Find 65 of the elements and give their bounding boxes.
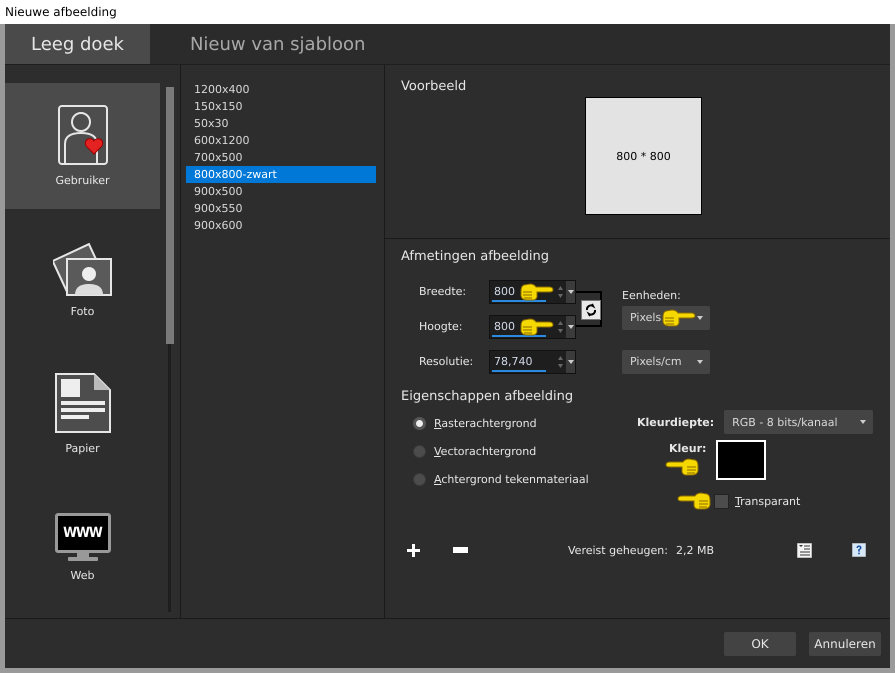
preview-size: 800 * 800	[616, 150, 671, 162]
field-label: Hoogte:	[419, 320, 464, 333]
memory-label: Vereist geheugen:	[568, 544, 668, 556]
caret-icon[interactable]	[697, 360, 703, 364]
category-item[interactable]: Foto	[5, 216, 160, 342]
preset-item[interactable]: 50x30	[186, 115, 376, 132]
field-label: Kleurdiepte:	[637, 416, 714, 428]
cancel-button[interactable]: Annuleren	[809, 632, 881, 656]
spin-arrows-icon[interactable]	[556, 318, 564, 334]
list-icon[interactable]	[797, 542, 812, 558]
radio-option[interactable]: Vectorachtergrond	[413, 442, 637, 460]
help-icon[interactable]	[852, 543, 866, 557]
category-label: Gebruiker	[55, 174, 110, 188]
preset-item[interactable]: 1200x400	[186, 81, 376, 98]
caret-icon[interactable]	[568, 360, 574, 364]
color-swatch[interactable]	[716, 440, 766, 480]
spin-box[interactable]: 800	[489, 280, 576, 304]
preset-item[interactable]: 800x800-zwart	[186, 166, 376, 183]
photos-icon	[52, 241, 112, 298]
caret-icon[interactable]	[697, 316, 703, 320]
www-label: WWW	[54, 512, 110, 553]
section-heading: Eigenschappen afbeelding	[401, 389, 574, 404]
number-field[interactable]: 800	[494, 320, 516, 333]
tab[interactable]: Nieuw van sjabloon	[164, 24, 392, 64]
preset-item[interactable]: 700x500	[186, 149, 376, 166]
preset-item[interactable]: 600x1200	[186, 132, 376, 149]
add-icon[interactable]	[407, 544, 420, 556]
preset-item[interactable]: 900x550	[186, 200, 376, 217]
color-depth-dropdown[interactable]: RGB - 8 bits/kanaal	[724, 410, 874, 434]
ok-button[interactable]: OK	[724, 632, 796, 656]
link-toggle-icon[interactable]	[581, 300, 601, 320]
section-heading: Afmetingen afbeelding	[401, 249, 550, 264]
caret-icon[interactable]	[860, 420, 866, 424]
category-item[interactable]: WWW Web	[5, 484, 160, 610]
field-label: Eenheden:	[622, 288, 682, 302]
document-icon	[54, 372, 112, 434]
field-label: Breedte:	[419, 285, 468, 298]
units-dropdown[interactable]: Pixels	[622, 306, 710, 330]
radio-option[interactable]: Rasterachtergrond	[413, 414, 637, 432]
caret-icon[interactable]	[568, 324, 574, 328]
category-item[interactable]: Gebruiker	[5, 83, 160, 209]
field-label: Kleur:	[669, 442, 706, 455]
spin-box[interactable]: 78,740	[489, 350, 576, 374]
category-item[interactable]: Papier	[5, 350, 160, 476]
window-title: Nieuwe afbeelding	[0, 0, 895, 24]
category-label: Papier	[65, 442, 100, 455]
number-field[interactable]: 78,740	[494, 355, 538, 368]
spin-arrows-icon[interactable]	[556, 354, 564, 370]
preset-item[interactable]: 900x600	[186, 217, 376, 234]
checkbox[interactable]	[714, 494, 729, 509]
checkbox-label: Transparant	[735, 495, 800, 508]
section-heading: Voorbeeld	[401, 79, 468, 94]
memory-value: 2,2 MB	[676, 544, 714, 556]
preset-item[interactable]: 900x500	[186, 183, 376, 200]
spin-box[interactable]: 800	[489, 314, 576, 338]
number-field[interactable]: 800	[494, 285, 516, 298]
field-label: Resolutie:	[419, 355, 474, 368]
spin-arrows-icon[interactable]	[556, 284, 564, 300]
category-label: Foto	[70, 305, 94, 318]
category-label: Web	[70, 568, 94, 582]
caret-icon[interactable]	[568, 290, 574, 294]
resolution-units-dropdown[interactable]: Pixels/cm	[622, 350, 710, 374]
preset-item[interactable]: 150x150	[186, 98, 376, 115]
tab[interactable]: Leeg doek	[5, 24, 150, 64]
radio-option[interactable]: Achtergrond tekenmateriaal	[413, 470, 637, 488]
